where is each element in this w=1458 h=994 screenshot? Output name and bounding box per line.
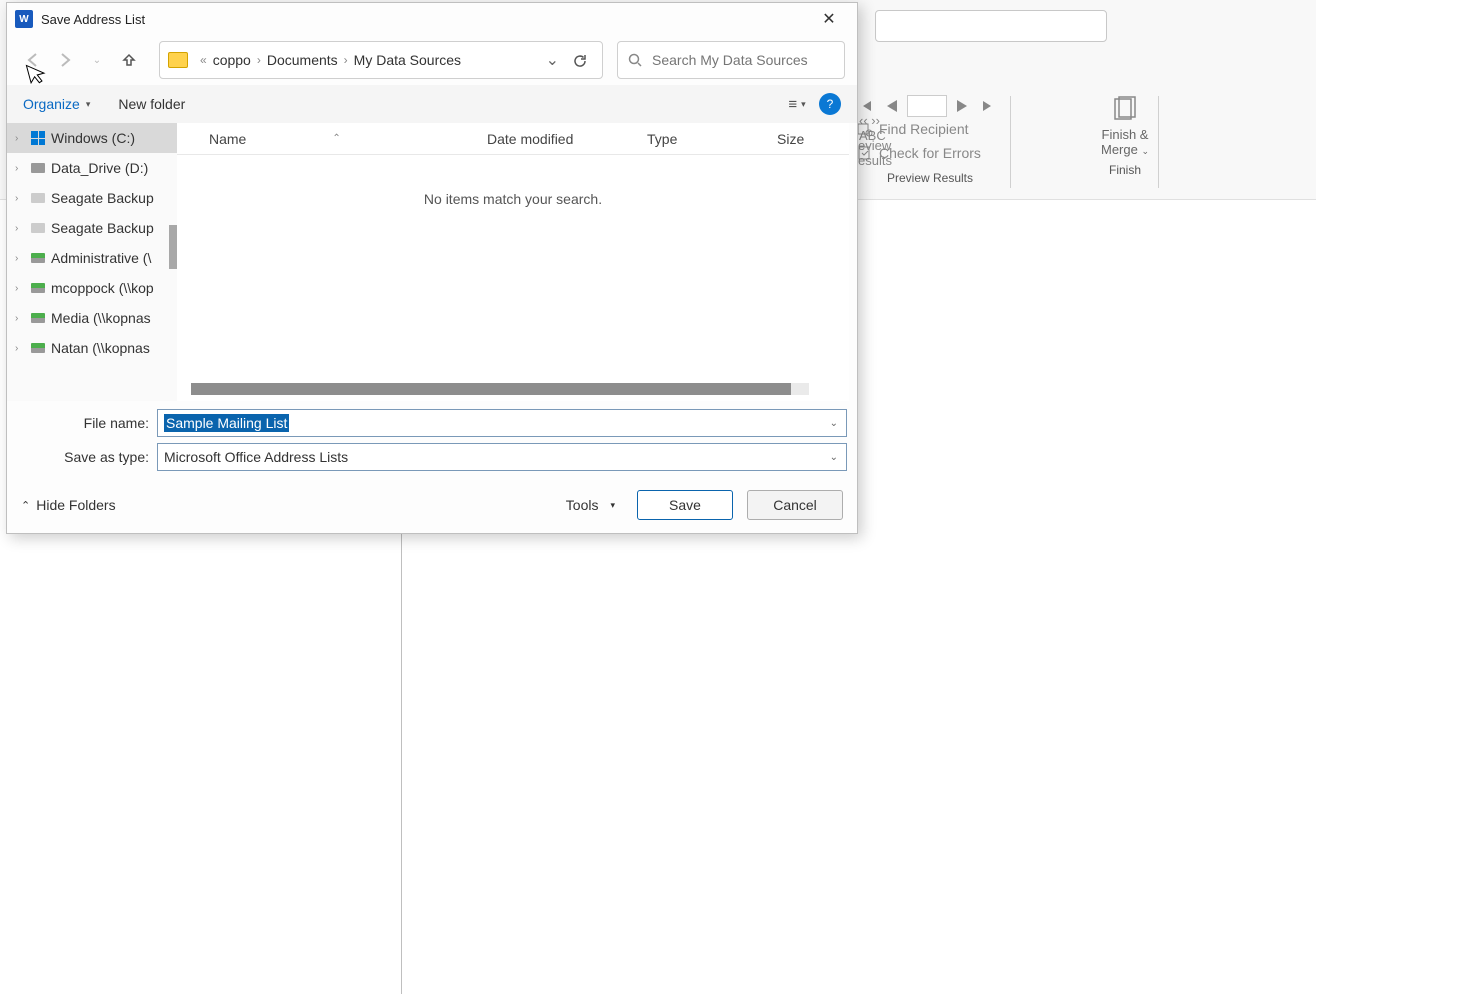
view-options-button[interactable]: ≡ ▾	[783, 91, 811, 117]
search-icon	[628, 53, 642, 67]
hide-folders-button[interactable]: ⌃ Hide Folders	[21, 497, 116, 513]
expand-icon[interactable]: ›	[15, 283, 18, 294]
dialog-toolbar: Organize▾ New folder ≡ ▾ ?	[7, 85, 857, 123]
last-record-button[interactable]	[977, 95, 999, 117]
expand-icon[interactable]: ›	[15, 133, 18, 144]
scrollbar-thumb[interactable]	[191, 383, 791, 395]
back-button[interactable]	[19, 46, 47, 74]
drive-icon	[31, 193, 45, 203]
tree-item-administrative[interactable]: › Administrative (\	[7, 243, 177, 273]
dialog-title: Save Address List	[41, 12, 809, 27]
network-drive-icon	[31, 253, 45, 263]
ribbon-finish-section: Finish &Merge ⌄ Finish	[1090, 95, 1160, 177]
organize-menu[interactable]: Organize▾	[23, 96, 90, 112]
tree-scrollbar-thumb[interactable]	[169, 225, 177, 269]
help-button[interactable]: ?	[819, 93, 841, 115]
save-fields: File name: Sample Mailing List ⌄ Save as…	[7, 401, 857, 477]
network-drive-icon	[31, 313, 45, 323]
ribbon-divider	[1158, 96, 1159, 188]
refresh-button[interactable]	[567, 53, 594, 68]
dialog-navbar: ⌄ « coppo › Documents › My Data Sources …	[7, 35, 857, 85]
preview-results-label: Preview Results	[855, 171, 1005, 185]
dropdown-caret-icon[interactable]: ⌄	[830, 452, 838, 463]
cancel-button[interactable]: Cancel	[747, 490, 843, 520]
tools-menu[interactable]: Tools▾	[558, 493, 623, 517]
windows-drive-icon	[31, 131, 45, 145]
record-number-field[interactable]	[907, 95, 947, 117]
horizontal-scrollbar[interactable]	[191, 383, 809, 395]
new-folder-button[interactable]: New folder	[118, 96, 185, 112]
finish-merge-button[interactable]: Finish &Merge ⌄	[1090, 95, 1160, 157]
filename-value-selected: Sample Mailing List	[164, 414, 289, 432]
address-dropdown-button[interactable]: ⌄	[538, 50, 567, 70]
column-type-header[interactable]: Type	[647, 131, 777, 147]
tree-item-windows-c[interactable]: › Windows (C:)	[7, 123, 177, 153]
save-address-list-dialog: W Save Address List ✕ ⌄ « coppo › Docume…	[6, 2, 858, 534]
address-bar[interactable]: « coppo › Documents › My Data Sources ⌄	[159, 41, 603, 79]
ribbon-top-input[interactable]	[875, 10, 1107, 42]
saveastype-row: Save as type: Microsoft Office Address L…	[17, 443, 847, 471]
prev-record-button[interactable]	[881, 95, 903, 117]
breadcrumb-separator: ›	[344, 53, 348, 67]
folder-icon	[168, 52, 188, 68]
breadcrumb-separator: ›	[257, 53, 261, 67]
empty-folder-message: No items match your search.	[177, 191, 849, 207]
network-drive-icon	[31, 343, 45, 353]
dialog-footer: ⌃ Hide Folders Tools▾ Save Cancel	[7, 477, 857, 533]
column-headers: Name ⌃ Date modified Type Size	[177, 123, 849, 155]
expand-icon[interactable]: ›	[15, 343, 18, 354]
tree-item-seagate-1[interactable]: › Seagate Backup	[7, 183, 177, 213]
finish-label: Finish	[1090, 163, 1160, 177]
sort-indicator-icon: ⌃	[332, 133, 340, 144]
recent-locations-button[interactable]: ⌄	[83, 46, 111, 74]
forward-button[interactable]	[51, 46, 79, 74]
filename-row: File name: Sample Mailing List ⌄	[17, 409, 847, 437]
saveastype-value: Microsoft Office Address Lists	[164, 449, 348, 465]
expand-icon[interactable]: ›	[15, 223, 18, 234]
expand-icon[interactable]: ›	[15, 193, 18, 204]
up-button[interactable]	[115, 46, 143, 74]
tree-item-seagate-2[interactable]: › Seagate Backup	[7, 213, 177, 243]
tree-item-media[interactable]: › Media (\\kopnas	[7, 303, 177, 333]
expand-icon[interactable]: ›	[15, 163, 18, 174]
column-size-header[interactable]: Size	[777, 131, 837, 147]
dialog-titlebar: W Save Address List ✕	[7, 3, 857, 35]
save-button[interactable]: Save	[637, 490, 733, 520]
word-app-icon: W	[15, 10, 33, 28]
dialog-body: › Windows (C:) › Data_Drive (D:) › Seaga…	[7, 123, 857, 401]
breadcrumb-item[interactable]: Documents	[267, 52, 338, 68]
network-drive-icon	[31, 283, 45, 293]
first-record-button[interactable]	[855, 95, 877, 117]
ribbon-divider	[1010, 96, 1011, 188]
filename-label: File name:	[17, 415, 157, 431]
drive-icon	[31, 163, 45, 173]
saveastype-select[interactable]: Microsoft Office Address Lists ⌄	[157, 443, 847, 471]
breadcrumb-item[interactable]: My Data Sources	[354, 52, 461, 68]
breadcrumb-item[interactable]: coppo	[213, 52, 251, 68]
tree-item-data-drive[interactable]: › Data_Drive (D:)	[7, 153, 177, 183]
dropdown-caret-icon[interactable]: ⌄	[830, 418, 838, 429]
next-record-button[interactable]	[951, 95, 973, 117]
file-list-area: Name ⌃ Date modified Type Size No items …	[177, 123, 849, 401]
tree-item-natan[interactable]: › Natan (\\kopnas	[7, 333, 177, 363]
search-box[interactable]	[617, 41, 845, 79]
navigation-tree[interactable]: › Windows (C:) › Data_Drive (D:) › Seaga…	[7, 123, 177, 401]
expand-icon[interactable]: ›	[15, 313, 18, 324]
column-name-header[interactable]: Name ⌃	[177, 131, 487, 147]
record-navigation	[855, 95, 1005, 117]
chevron-up-icon: ⌃	[21, 499, 30, 512]
filename-input[interactable]: Sample Mailing List ⌄	[157, 409, 847, 437]
expand-icon[interactable]: ›	[15, 253, 18, 264]
drive-icon	[31, 223, 45, 233]
close-button[interactable]: ✕	[809, 3, 849, 35]
tree-item-mcoppock[interactable]: › mcoppock (\\kop	[7, 273, 177, 303]
saveastype-label: Save as type:	[17, 449, 157, 465]
search-input[interactable]	[652, 52, 834, 68]
column-date-header[interactable]: Date modified	[487, 131, 647, 147]
breadcrumb-prefix: «	[200, 53, 207, 67]
preview-partial-text: eview esults	[858, 138, 892, 168]
